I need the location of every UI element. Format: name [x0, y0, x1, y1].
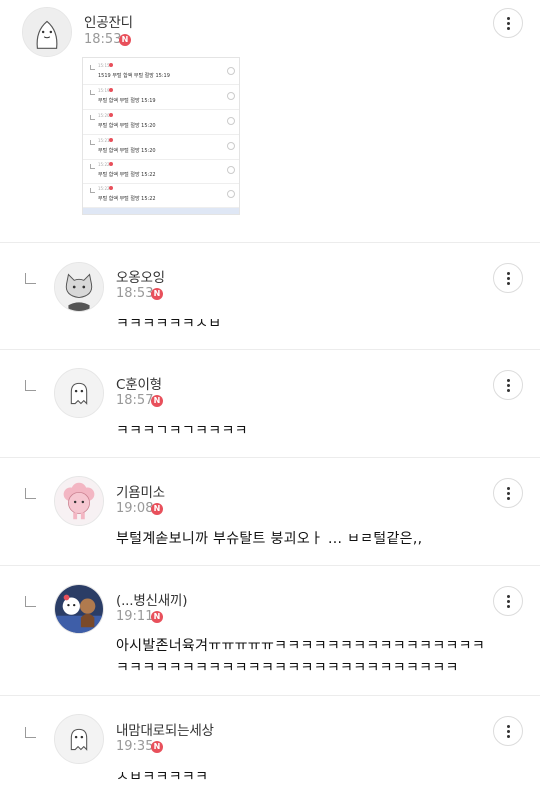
new-badge: N	[151, 503, 163, 515]
thumb-row: 15:15 1519 부털 합액 부털 절망 15:19	[83, 60, 239, 85]
thumb-row: 15:20 부털 합액 부털 절망 15:20	[83, 110, 239, 135]
comment-text: ㅋㅋㅋㄱㅋㄱㅋㅋㅋㅋ	[116, 423, 248, 439]
reply-arrow-icon	[25, 380, 36, 391]
thumb-row: 15:22 부털 합액 부털 절망 15:22	[83, 159, 239, 184]
divider	[0, 695, 540, 696]
divider	[0, 457, 540, 458]
more-options-button[interactable]	[493, 586, 523, 616]
thumb-row: 15:21 부털 합액 부털 절망 15:20	[83, 135, 239, 160]
comment-text: ㅋㅋㅋㅋㅋㅋㅅㅂ	[116, 316, 222, 332]
thumb-row: 15:19 부털 합액 부털 절망 15:19	[83, 85, 239, 110]
new-badge: N	[119, 34, 131, 46]
comment-time: 18:53	[116, 286, 154, 301]
comment-text-line-2: ㅋㅋㅋㅋㅋㅋㅋㅋㅋㅋㅋㅋㅋㅋㅋㅋㅋㅋㅋㅋㅋㅋㅋㅋㅋㅋ	[116, 660, 459, 676]
reply-arrow-icon	[25, 273, 36, 284]
more-options-button[interactable]	[493, 370, 523, 400]
divider	[0, 565, 540, 566]
post-time: 18:53	[84, 32, 122, 47]
attached-image[interactable]: 15:15 1519 부털 합액 부털 절망 15:19 15:19 부털 합액…	[82, 57, 240, 215]
new-badge: N	[151, 741, 163, 753]
divider	[0, 349, 540, 350]
ghost-avatar-icon	[55, 715, 103, 763]
more-options-button[interactable]	[493, 263, 523, 293]
author-avatar[interactable]	[22, 7, 72, 57]
commenter-avatar[interactable]	[54, 714, 104, 764]
divider	[0, 242, 540, 243]
comment-time: 19:11	[116, 609, 154, 624]
comment-time: 18:57	[116, 393, 154, 408]
comment-text: ㅅㅂㅋㅋㅋㅋㅋ	[116, 769, 209, 785]
photo-avatar-icon	[55, 585, 103, 633]
cat-avatar-icon	[55, 263, 103, 311]
reply-arrow-icon	[25, 488, 36, 499]
comment-text: 부털계솓보니까 부슈탈트 붕괴오ㅏ ... ㅂㄹ털같은,,	[116, 531, 423, 547]
comment-time: 19:08	[116, 501, 154, 516]
commenter-name[interactable]: 내맘대로되는세상	[116, 719, 214, 739]
comment-text-line-1: 아시발존너육겨ㅠㅠㅠㅠㅠㅋㅋㅋㅋㅋㅋㅋㅋㅋㅋㅋㅋㅋㅋㅋㅋ	[116, 638, 486, 654]
author-name[interactable]: 인공잔디	[84, 11, 133, 31]
commenter-name[interactable]: 기욤미소	[116, 481, 165, 501]
commenter-name[interactable]: C훈이형	[116, 373, 162, 393]
commenter-avatar[interactable]	[54, 584, 104, 634]
thumb-footer	[83, 208, 239, 214]
commenter-avatar[interactable]	[54, 262, 104, 312]
more-options-button[interactable]	[493, 8, 523, 38]
new-badge: N	[151, 611, 163, 623]
new-badge: N	[151, 395, 163, 407]
more-options-button[interactable]	[493, 478, 523, 508]
more-options-button[interactable]	[493, 716, 523, 746]
reply-arrow-icon	[25, 727, 36, 738]
commenter-name[interactable]: 오옹오잉	[116, 266, 165, 286]
commenter-avatar[interactable]	[54, 368, 104, 418]
penguin-avatar-icon	[23, 8, 71, 56]
new-badge: N	[151, 288, 163, 300]
commenter-name[interactable]: (...병신새끼)	[116, 589, 187, 609]
comment-time: 19:35	[116, 739, 154, 754]
reply-arrow-icon	[25, 596, 36, 607]
pink-sheep-avatar-icon	[55, 477, 103, 525]
commenter-avatar[interactable]	[54, 476, 104, 526]
thumb-row: 15:22 부털 합액 부털 절망 15:22	[83, 183, 239, 208]
ghost-avatar-icon	[55, 369, 103, 417]
